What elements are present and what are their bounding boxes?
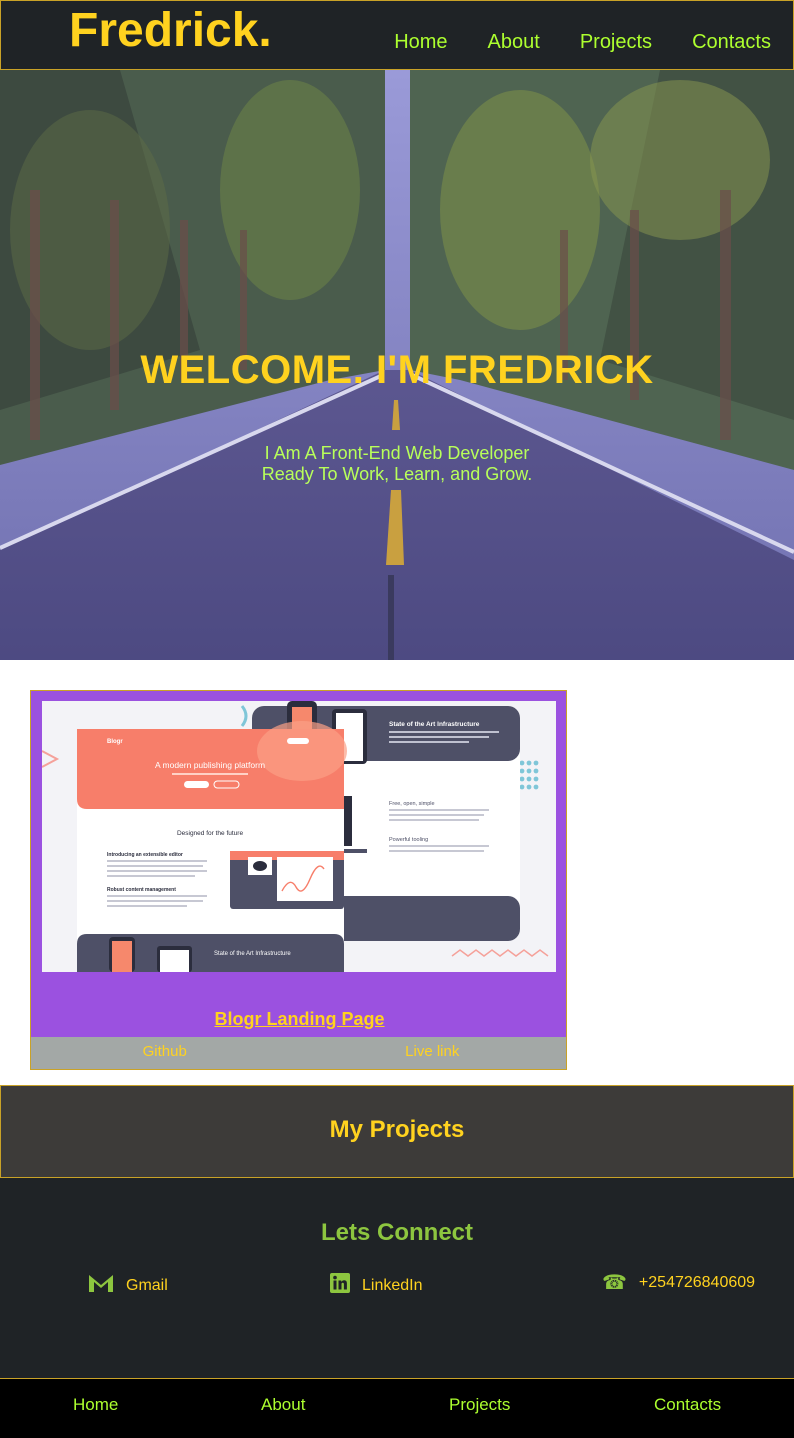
github-link[interactable]: Github: [31, 1037, 299, 1069]
nav-about-link[interactable]: About: [488, 31, 540, 54]
preview-powerful-title: Powerful tooling: [389, 837, 428, 843]
nav-home-link[interactable]: Home: [394, 31, 447, 54]
my-projects-title: My Projects: [329, 1116, 465, 1143]
hero-subtitle: I Am A Front-End Web Developer Ready To …: [0, 443, 794, 485]
phone-contact[interactable]: ☎ +254726840609: [602, 1273, 755, 1293]
project-title-link[interactable]: Blogr Landing Page: [31, 1009, 568, 1030]
preview-infra-title-bottom: State of the Art Infrastructure: [214, 951, 291, 957]
my-projects-section: My Projects: [0, 1085, 794, 1178]
footer-contacts-link[interactable]: Contacts: [654, 1395, 721, 1415]
linkedin-label: LinkedIn: [362, 1276, 423, 1294]
linkedin-contact[interactable]: LinkedIn: [330, 1273, 423, 1298]
project-card: State of the Art Infrastructure Free, op…: [30, 690, 567, 1070]
live-link[interactable]: Live link: [299, 1037, 567, 1069]
site-footer: Home About Projects Contacts: [0, 1378, 794, 1438]
project-links: Github Live link: [31, 1037, 566, 1069]
hero-section: WELCOME. I'M FREDRICK I Am A Front-End W…: [0, 70, 794, 660]
hero-title: WELCOME. I'M FREDRICK: [140, 348, 654, 392]
linkedin-icon: [330, 1273, 350, 1298]
phone-icon: ☎: [602, 1272, 627, 1294]
preview-robust-title: Robust content management: [107, 887, 176, 893]
site-header: Fredrick. Home About Projects Contacts: [0, 0, 794, 70]
footer-projects-link[interactable]: Projects: [449, 1395, 510, 1415]
main-nav: Home About Projects Contacts: [394, 31, 771, 54]
connect-title: Lets Connect: [320, 1219, 473, 1246]
blogr-preview-image: State of the Art Infrastructure Free, op…: [42, 701, 556, 972]
preview-section-title: Designed for the future: [177, 830, 244, 837]
hero-subtitle-line2: Ready To Work, Learn, and Grow.: [261, 464, 533, 484]
connect-section: Lets Connect Gmail LinkedIn ☎ +254726840…: [0, 1178, 794, 1378]
hero-subtitle-line1: I Am A Front-End Web Developer: [264, 443, 530, 463]
preview-logo: Blogr: [107, 739, 123, 745]
project-screenshot: State of the Art Infrastructure Free, op…: [42, 701, 556, 972]
preview-free-title: Free, open, simple: [389, 801, 435, 807]
footer-home-link[interactable]: Home: [73, 1395, 118, 1415]
gmail-label: Gmail: [126, 1276, 168, 1294]
gmail-icon: [88, 1273, 114, 1298]
nav-projects-link[interactable]: Projects: [580, 31, 652, 54]
brand-logo[interactable]: Fredrick.: [69, 5, 272, 57]
nav-contacts-link[interactable]: Contacts: [692, 31, 771, 54]
preview-intro-title: Introducing an extensible editor: [107, 852, 183, 858]
gmail-contact[interactable]: Gmail: [88, 1273, 168, 1298]
phone-number: +254726840609: [638, 1274, 756, 1291]
footer-about-link[interactable]: About: [261, 1395, 305, 1415]
preview-headline: A modern publishing platform: [155, 760, 265, 770]
preview-infra-title: State of the Art Infrastructure: [389, 721, 480, 728]
